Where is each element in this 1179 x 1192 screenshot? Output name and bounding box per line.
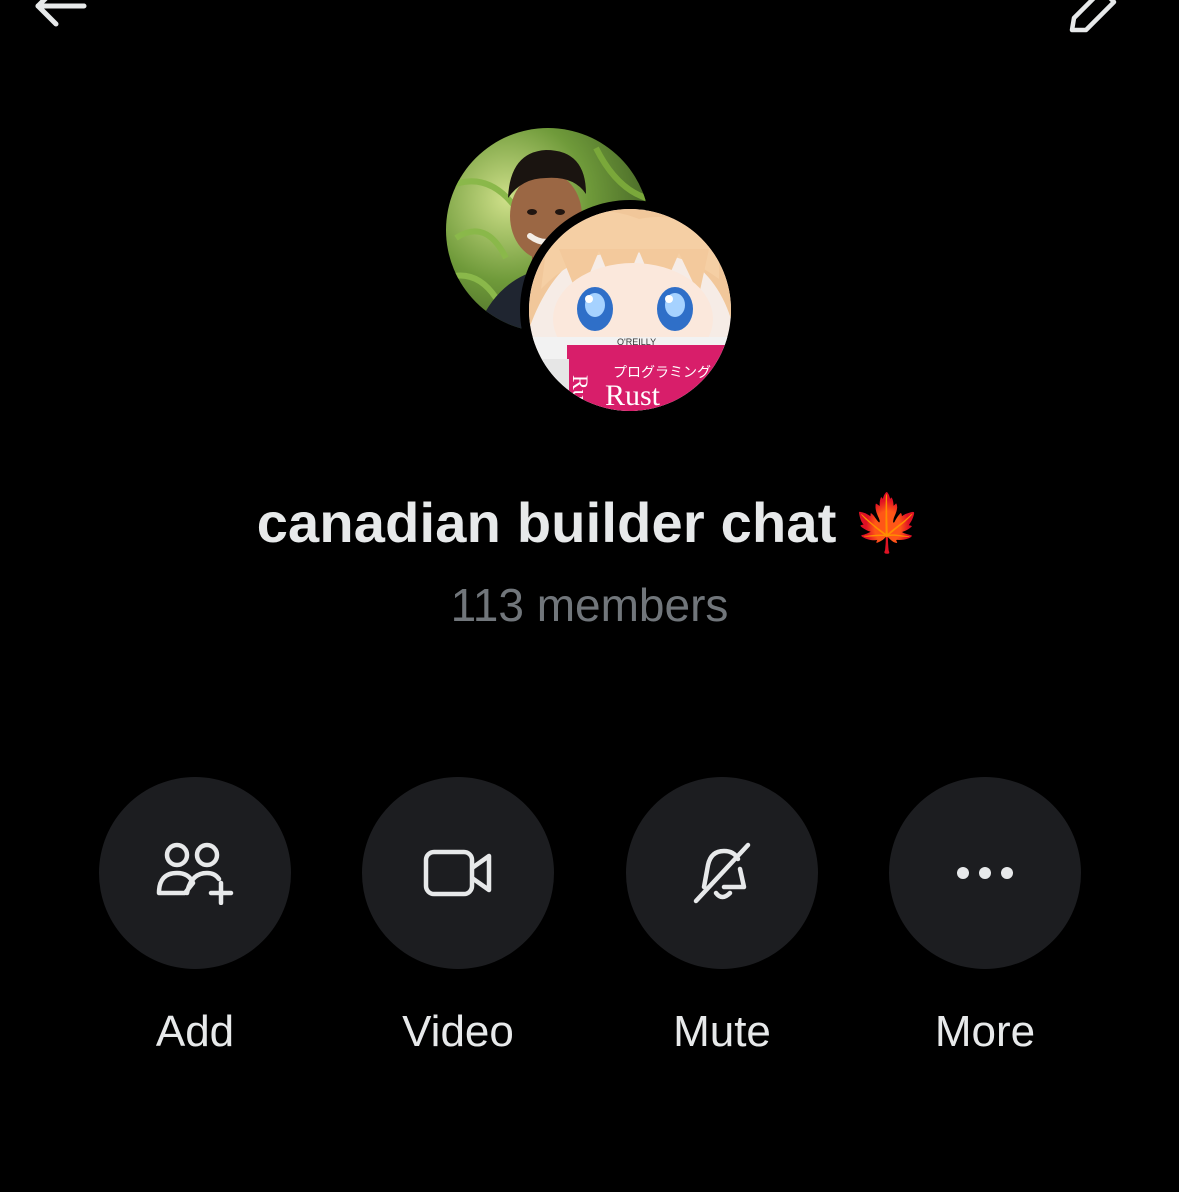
more-label: More	[934, 1007, 1036, 1056]
more-button[interactable]: More	[889, 777, 1081, 1067]
video-label: Video	[402, 1007, 514, 1056]
mute-button[interactable]: Mute	[626, 777, 818, 1067]
back-button[interactable]	[28, 0, 98, 34]
add-button[interactable]: Add	[99, 777, 291, 1067]
anime-rust-book-avatar: O'REILLY プログラミング Rust Rust	[529, 209, 731, 411]
book-subtitle-text: プログラミング	[613, 364, 711, 380]
add-button-circle[interactable]	[99, 777, 291, 969]
mute-button-circle[interactable]	[626, 777, 818, 969]
group-info-screen: O'REILLY プログラミング Rust Rust canadian buil…	[0, 0, 1179, 1192]
bell-off-icon	[693, 842, 751, 904]
edit-button[interactable]	[1060, 0, 1130, 34]
video-camera-icon	[423, 849, 492, 897]
video-button[interactable]: Video	[362, 777, 554, 1067]
book-title-text: Rust	[605, 379, 661, 411]
group-avatars: O'REILLY プログラミング Rust Rust	[440, 124, 740, 424]
member-count[interactable]: 113 members	[0, 578, 1179, 632]
avatar-ring: O'REILLY プログラミング Rust Rust	[520, 200, 740, 420]
more-button-circle[interactable]	[889, 777, 1081, 969]
arrow-left-icon	[35, 0, 87, 27]
group-title: canadian builder chat 🍁	[256, 491, 923, 554]
pencil-icon	[1069, 0, 1117, 33]
book-spine-text: Rust	[568, 375, 593, 411]
add-label: Add	[155, 1007, 235, 1056]
book-publisher-text: O'REILLY	[617, 337, 656, 347]
mute-label: Mute	[673, 1007, 771, 1056]
more-dots-icon	[957, 867, 1013, 879]
add-people-icon	[156, 842, 234, 905]
video-button-circle[interactable]	[362, 777, 554, 969]
